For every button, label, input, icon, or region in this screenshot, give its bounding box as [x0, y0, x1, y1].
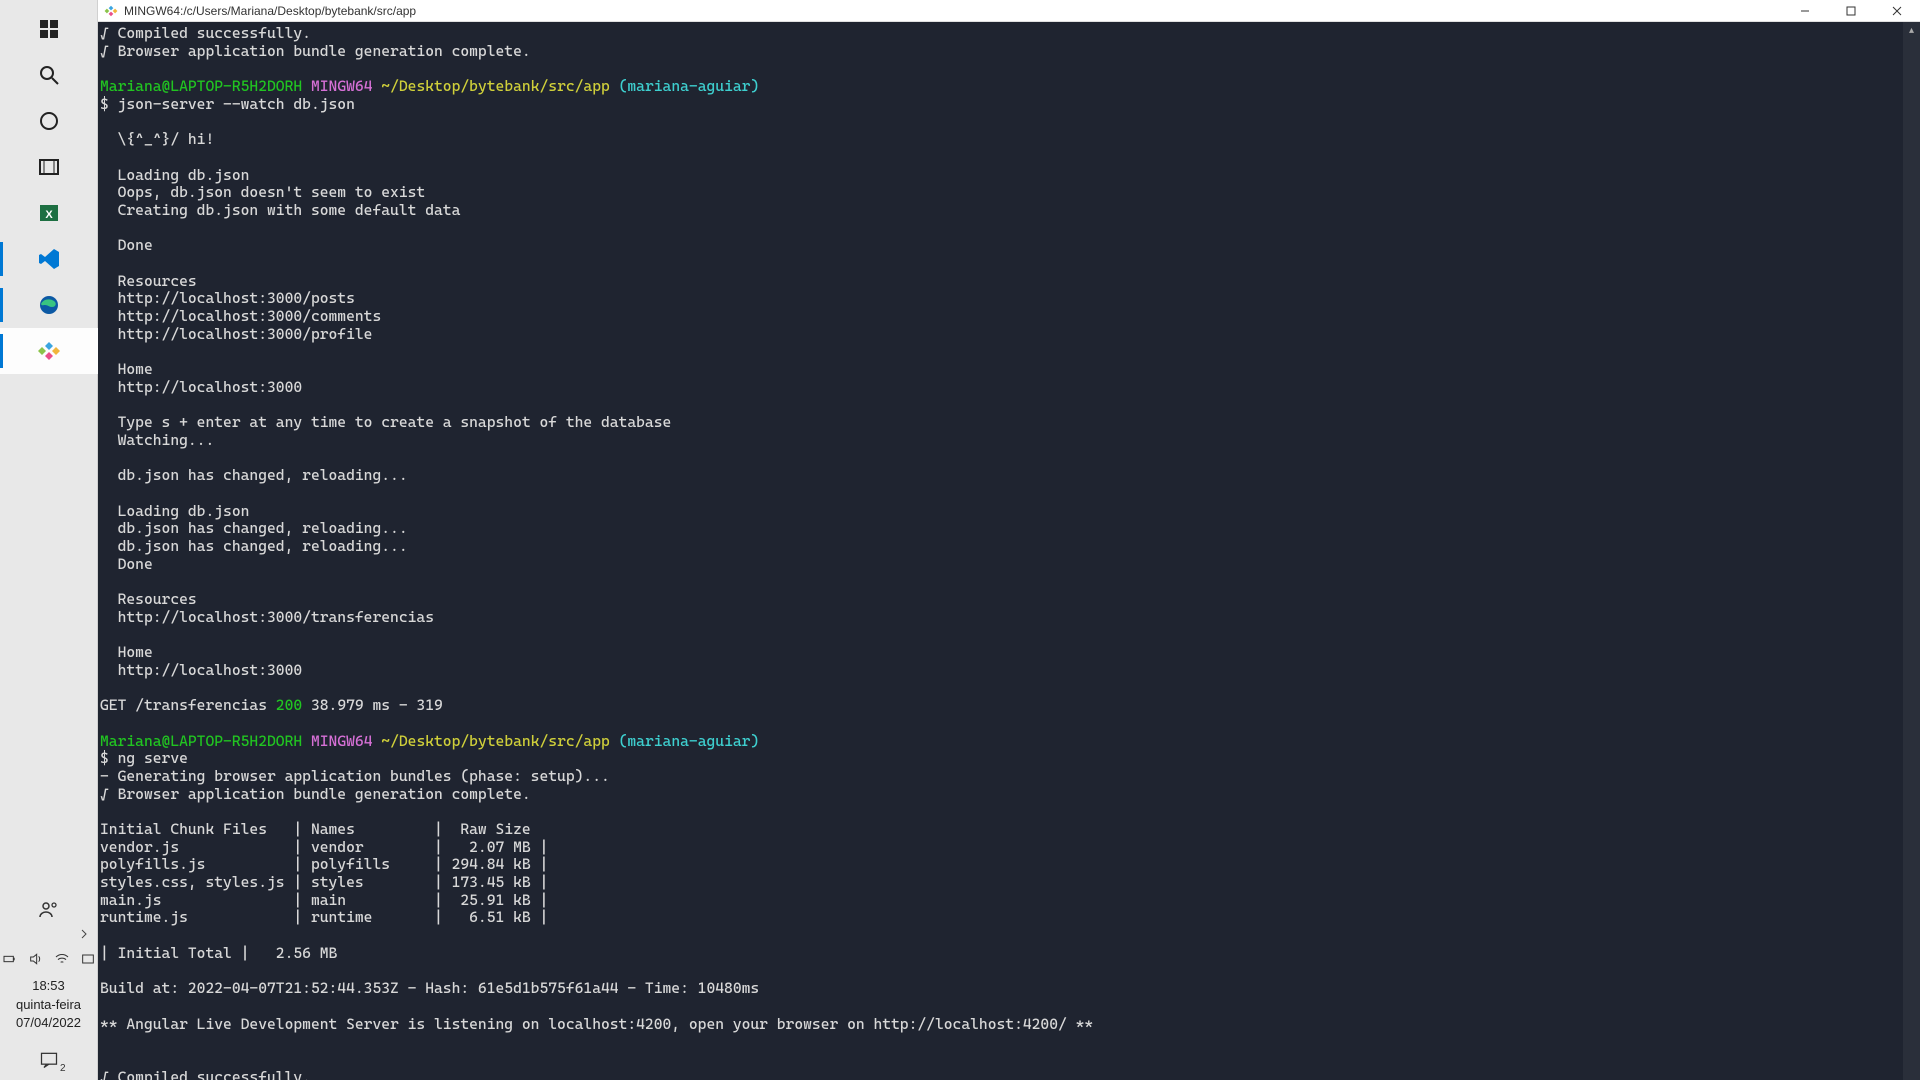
task-view-button[interactable] [0, 98, 98, 144]
chunk-header: Initial Chunk Files | Names | Raw Size [100, 820, 531, 838]
maximize-button[interactable] [1828, 0, 1874, 22]
chunk-row: main.js | main | 25.91 kB | [100, 891, 548, 909]
chunk-row: styles.css, styles.js | styles | 173.45 … [100, 873, 548, 891]
term-line: http://localhost:3000/comments [100, 307, 381, 325]
term-line: | Initial Total | 2.56 MB [100, 944, 337, 962]
battery-icon [2, 951, 18, 967]
term-line: - Generating browser application bundles… [100, 767, 610, 785]
window-title: MINGW64:/c/Users/Mariana/Desktop/byteban… [124, 4, 1782, 18]
titlebar[interactable]: MINGW64:/c/Users/Mariana/Desktop/byteban… [98, 0, 1920, 22]
term-line: Type s + enter at any time to create a s… [100, 413, 671, 431]
chevron-right-icon [78, 928, 90, 940]
scroll-up-button[interactable]: ▴ [1903, 22, 1920, 39]
action-center-button[interactable]: 2 [0, 1040, 98, 1080]
term-command: $ ng serve [100, 749, 188, 767]
term-line: db.json has changed, reloading... [100, 466, 408, 484]
term-line: ** Angular Live Development Server is li… [100, 1015, 1093, 1033]
term-line: √ Browser application bundle generation … [100, 42, 531, 60]
http-status: 200 [276, 696, 302, 714]
taskbar-clock[interactable]: 18:53 quinta-feira 07/04/2022 [16, 973, 81, 1040]
minimize-button[interactable] [1782, 0, 1828, 22]
term-line: Home [100, 643, 153, 661]
maximize-icon [1846, 6, 1856, 16]
term-line: √ Compiled successfully. [100, 24, 311, 42]
notification-badge: 2 [60, 1063, 66, 1074]
taskbar-app-video[interactable] [0, 144, 98, 190]
close-button[interactable] [1874, 0, 1920, 22]
term-line: Resources [100, 590, 197, 608]
start-button[interactable] [0, 6, 98, 52]
chunk-row: runtime.js | runtime | 6.51 kB | [100, 908, 548, 926]
term-line: http://localhost:3000/transferencias [100, 608, 434, 626]
prompt-shell: MINGW64 [311, 732, 373, 750]
term-line: Resources [100, 272, 197, 290]
prompt-branch: mariana-aguiar [627, 77, 750, 95]
term-line: http://localhost:3000 [100, 378, 302, 396]
taskbar-app-terminal[interactable] [0, 328, 98, 374]
taskbar: X 18:53 quinta-feira 07/04/2022 2 [0, 0, 98, 1080]
people-icon [37, 898, 61, 922]
term-line: http://localhost:3000/profile [100, 325, 372, 343]
search-button[interactable] [0, 52, 98, 98]
prompt-path: ~/Desktop/bytebank/src/app [381, 77, 610, 95]
svg-text:X: X [45, 209, 53, 221]
term-line: Build at: 2022-04-07T21:52:44.353Z - Has… [100, 979, 759, 997]
task-view-icon [37, 109, 61, 133]
clock-weekday: quinta-feira [16, 996, 81, 1014]
tray-overflow-button[interactable] [0, 927, 98, 945]
term-line: Done [100, 555, 153, 573]
window-controls [1782, 0, 1920, 22]
excel-icon: X [37, 201, 61, 225]
mintty-icon [37, 339, 61, 363]
term-line: http://localhost:3000/posts [100, 289, 355, 307]
input-icon [80, 951, 96, 967]
minimize-icon [1800, 6, 1810, 16]
windows-icon [37, 17, 61, 41]
vscode-icon [37, 247, 61, 271]
term-line: GET /transferencias [100, 696, 276, 714]
taskbar-app-vscode[interactable] [0, 236, 98, 282]
prompt-user: Mariana@LAPTOP-R5H2DORH [100, 77, 302, 95]
close-icon [1892, 6, 1902, 16]
volume-icon [28, 951, 44, 967]
term-line: √ Compiled successfully. [100, 1068, 311, 1080]
edge-icon [37, 293, 61, 317]
term-line: Done [100, 236, 153, 254]
chunk-row: vendor.js | vendor | 2.07 MB | [100, 838, 548, 856]
clock-time: 18:53 [16, 977, 81, 995]
prompt-branch-close: ) [750, 732, 759, 750]
film-icon [37, 155, 61, 179]
app-icon [104, 4, 118, 18]
term-line: Creating db.json with some default data [100, 201, 460, 219]
term-line: db.json has changed, reloading... [100, 537, 408, 555]
taskbar-app-edge[interactable] [0, 282, 98, 328]
term-line: 38.979 ms - 319 [302, 696, 443, 714]
term-line: db.json has changed, reloading... [100, 519, 408, 537]
term-line: Watching... [100, 431, 214, 449]
prompt-user: Mariana@LAPTOP-R5H2DORH [100, 732, 302, 750]
prompt-branch-close: ) [750, 77, 759, 95]
prompt-branch: mariana-aguiar [627, 732, 750, 750]
term-line: http://localhost:3000 [100, 661, 302, 679]
notification-icon [39, 1050, 59, 1070]
taskbar-app-excel[interactable]: X [0, 190, 98, 236]
term-command: $ json-server --watch db.json [100, 95, 355, 113]
clock-date: 07/04/2022 [16, 1014, 81, 1032]
term-line: \{^_^}/ hi! [100, 130, 214, 148]
term-line: Loading db.json [100, 502, 249, 520]
terminal-scrollbar[interactable]: ▴ ▾ [1903, 22, 1920, 1080]
term-line: Loading db.json [100, 166, 249, 184]
chunk-row: polyfills.js | polyfills | 294.84 kB | [100, 855, 548, 873]
terminal-window: MINGW64:/c/Users/Mariana/Desktop/byteban… [98, 0, 1920, 1080]
term-line: Home [100, 360, 153, 378]
prompt-shell: MINGW64 [311, 77, 373, 95]
search-icon [37, 63, 61, 87]
system-tray[interactable] [0, 945, 98, 973]
wifi-icon [54, 951, 70, 967]
term-line: Oops, db.json doesn't seem to exist [100, 183, 425, 201]
terminal-output[interactable]: √ Compiled successfully. √ Browser appli… [98, 22, 1903, 1080]
term-line: √ Browser application bundle generation … [100, 785, 531, 803]
prompt-path: ~/Desktop/bytebank/src/app [381, 732, 610, 750]
people-button[interactable] [0, 893, 98, 927]
